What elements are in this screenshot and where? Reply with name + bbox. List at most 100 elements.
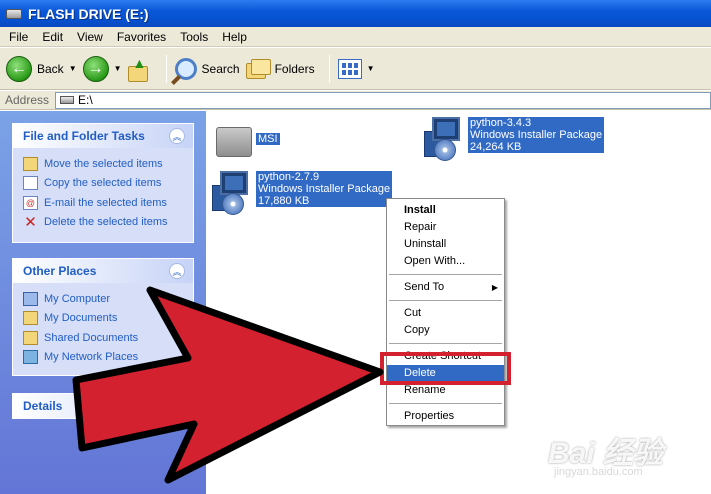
task-copy[interactable]: Copy the selected items	[23, 174, 185, 194]
task-label: Copy the selected items	[44, 177, 162, 190]
address-value: E:\	[78, 93, 93, 107]
collapse-icon[interactable]: ︽	[169, 263, 185, 279]
task-email[interactable]: @ E-mail the selected items	[23, 193, 185, 213]
file-label: python-2.7.9 Windows Installer Package 1…	[256, 171, 393, 207]
views-dropdown-icon[interactable]: ▼	[367, 64, 375, 73]
file-folder-tasks-box: File and Folder Tasks ︽ Move the selecte…	[12, 123, 194, 243]
menu-repair[interactable]: Repair	[387, 219, 504, 236]
msi-package-icon	[212, 171, 252, 215]
back-label: Back	[37, 61, 64, 76]
file-type: Windows Installer Package	[258, 183, 391, 195]
file-item-msi-folder[interactable]: MSI	[216, 123, 280, 157]
up-button[interactable]	[127, 52, 152, 86]
toolbar-separator	[165, 54, 167, 83]
other-places-title: Other Places	[23, 264, 97, 278]
file-label: python-3.4.3 Windows Installer Package 2…	[468, 117, 605, 153]
back-arrow-icon: ←	[6, 55, 32, 82]
place-label: Shared Documents	[44, 331, 139, 344]
menu-send-to-label: Send To	[404, 281, 445, 293]
toolbar: ← Back ▼ → ▼ Search Folders ▼	[0, 48, 711, 90]
menu-separator	[389, 343, 502, 344]
place-label: My Computer	[44, 292, 111, 305]
file-item-python-343[interactable]: python-3.4.3 Windows Installer Package 2…	[424, 117, 605, 161]
forward-arrow-icon: →	[82, 55, 109, 82]
drive-icon	[60, 96, 75, 104]
network-icon	[23, 350, 38, 365]
search-label: Search	[201, 61, 240, 76]
task-label: Move the selected items	[44, 157, 163, 170]
task-move[interactable]: Move the selected items	[23, 154, 185, 174]
menu-properties[interactable]: Properties	[387, 408, 504, 425]
place-label: My Network Places	[44, 351, 139, 364]
forward-dropdown-icon[interactable]: ▼	[114, 64, 122, 73]
back-dropdown-icon[interactable]: ▼	[69, 64, 77, 73]
menu-cut[interactable]: Cut	[387, 305, 504, 322]
title-bar: FLASH DRIVE (E:)	[0, 0, 711, 27]
watermark-url: jingyan.baidu.com	[554, 466, 643, 478]
details-header[interactable]: Details	[13, 394, 193, 418]
task-label: E-mail the selected items	[44, 196, 167, 209]
file-name: python-3.4.3	[470, 117, 532, 129]
menu-file[interactable]: File	[2, 30, 35, 44]
collapse-icon[interactable]: ︽	[169, 128, 185, 144]
other-places-header[interactable]: Other Places ︽	[13, 259, 193, 283]
menu-favorites[interactable]: Favorites	[110, 30, 173, 44]
toolbar-separator	[328, 54, 330, 83]
back-button[interactable]: ← Back ▼	[6, 52, 77, 86]
address-bar: Address E:\	[0, 91, 711, 110]
task-label: Delete the selected items	[44, 216, 168, 229]
drive-icon	[6, 8, 22, 19]
address-label: Address	[5, 93, 50, 107]
details-title: Details	[23, 399, 63, 413]
address-input[interactable]: E:\	[55, 91, 711, 109]
shared-folder-icon	[23, 330, 38, 345]
email-icon: @	[23, 195, 38, 210]
submenu-arrow-icon: ▶	[491, 283, 498, 292]
menu-open-with[interactable]: Open With...	[387, 253, 504, 270]
baidu-watermark: Bai 经验 jingyan.baidu.com	[548, 428, 708, 488]
file-name: MSI	[258, 133, 278, 145]
forward-button[interactable]: → ▼	[82, 52, 122, 86]
file-name: python-2.7.9	[258, 171, 320, 183]
views-icon	[337, 58, 362, 79]
menu-edit[interactable]: Edit	[35, 30, 70, 44]
search-button[interactable]: Search	[174, 52, 240, 86]
msi-package-icon	[424, 117, 464, 161]
place-shared-documents[interactable]: Shared Documents	[23, 328, 185, 348]
file-size: 24,264 KB	[470, 141, 522, 153]
file-folder-tasks-header[interactable]: File and Folder Tasks ︽	[13, 124, 193, 148]
other-places-box: Other Places ︽ My Computer My Documents …	[12, 258, 194, 376]
folders-icon	[245, 58, 271, 79]
search-icon	[174, 57, 197, 80]
place-my-computer[interactable]: My Computer	[23, 289, 185, 309]
folder-up-icon	[127, 55, 152, 82]
task-delete[interactable]: ✕ Delete the selected items	[23, 213, 185, 233]
place-network[interactable]: My Network Places	[23, 348, 185, 368]
menu-separator	[389, 274, 502, 275]
details-box: Details	[12, 393, 194, 419]
menu-view[interactable]: View	[70, 30, 110, 44]
menu-install[interactable]: Install	[387, 202, 504, 219]
menu-uninstall[interactable]: Uninstall	[387, 236, 504, 253]
menu-bar: File Edit View Favorites Tools Help	[0, 27, 711, 47]
file-item-python-279[interactable]: python-2.7.9 Windows Installer Package 1…	[212, 171, 393, 215]
folders-button[interactable]: Folders	[245, 52, 315, 86]
task-pane: File and Folder Tasks ︽ Move the selecte…	[0, 111, 206, 494]
file-label: MSI	[256, 133, 280, 145]
menu-help[interactable]: Help	[215, 30, 254, 44]
computer-icon	[23, 291, 38, 306]
context-menu: Install Repair Uninstall Open With... Se…	[386, 198, 505, 426]
file-folder-tasks-title: File and Folder Tasks	[23, 129, 145, 143]
menu-copy[interactable]: Copy	[387, 322, 504, 339]
window-title: FLASH DRIVE (E:)	[28, 5, 149, 22]
move-icon	[23, 156, 38, 171]
menu-send-to[interactable]: Send To ▶	[387, 279, 504, 296]
file-size: 17,880 KB	[258, 195, 310, 207]
menu-tools[interactable]: Tools	[173, 30, 215, 44]
views-button[interactable]: ▼	[337, 52, 375, 86]
folder-icon	[216, 123, 252, 157]
documents-folder-icon	[23, 311, 38, 326]
copy-icon	[23, 176, 38, 191]
place-my-documents[interactable]: My Documents	[23, 309, 185, 329]
delete-highlight-box	[380, 352, 511, 385]
